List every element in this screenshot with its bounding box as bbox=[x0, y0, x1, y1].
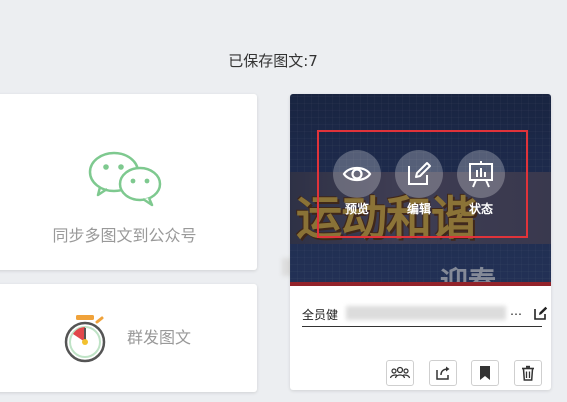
bookmark-button[interactable] bbox=[471, 360, 499, 386]
delete-button[interactable] bbox=[514, 360, 542, 386]
preview-button[interactable]: 预览 bbox=[331, 150, 383, 217]
bookmark-icon bbox=[480, 366, 490, 380]
trash-icon bbox=[522, 365, 534, 381]
share-icon bbox=[436, 366, 450, 380]
sync-card-label: 同步多图文到公众号 bbox=[52, 226, 197, 245]
title-ellipsis: … bbox=[510, 304, 522, 318]
article-title: 全员健 bbox=[302, 308, 339, 322]
saved-count: 已保存图文:7 bbox=[228, 52, 318, 70]
status-label: 状态 bbox=[468, 202, 493, 216]
edit-label: 编辑 bbox=[406, 202, 431, 216]
preview-label: 预览 bbox=[344, 202, 369, 216]
article-cover-image: 运动和谐 迎春 预览 编辑 状态 bbox=[290, 94, 551, 286]
users-icon bbox=[390, 366, 410, 379]
group-send-card[interactable]: 群发图文 bbox=[0, 284, 257, 392]
wechat-icon bbox=[88, 151, 162, 207]
sync-to-official-account-card[interactable]: 同步多图文到公众号 bbox=[0, 94, 257, 270]
redacted-title bbox=[346, 306, 506, 320]
article-card[interactable]: 运动和谐 迎春 预览 编辑 状态 全员健 … bbox=[290, 94, 551, 390]
pencil-icon bbox=[408, 162, 431, 185]
share-button[interactable] bbox=[429, 360, 457, 386]
status-button[interactable]: 状态 bbox=[455, 150, 507, 217]
stopwatch-icon bbox=[64, 315, 106, 363]
eye-icon bbox=[342, 166, 372, 182]
edit-title-icon[interactable] bbox=[534, 306, 548, 320]
article-title-row[interactable]: 全员健 … bbox=[302, 300, 548, 327]
group-send-label: 群发图文 bbox=[127, 328, 192, 347]
edit-button[interactable]: 编辑 bbox=[393, 150, 445, 217]
group-users-button[interactable] bbox=[386, 360, 414, 386]
easel-chart-icon bbox=[469, 161, 493, 188]
